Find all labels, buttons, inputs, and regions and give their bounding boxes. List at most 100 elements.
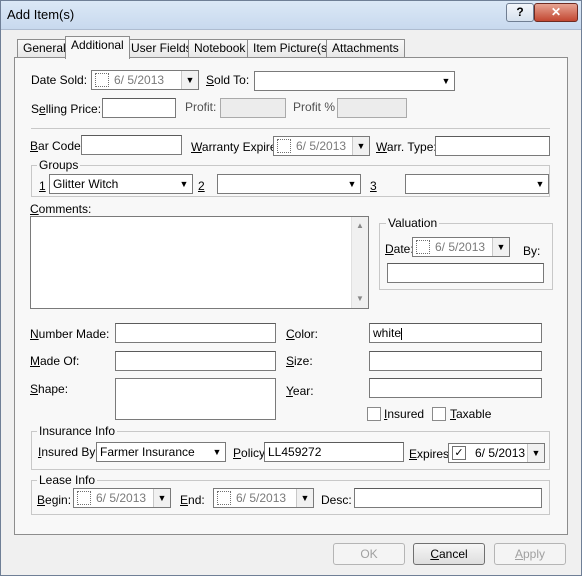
ok-button[interactable]: OK [333,543,405,565]
tab-additional[interactable]: Additional [65,36,130,59]
chevron-down-icon[interactable]: ▼ [532,175,548,193]
lease-end-label: End: [180,493,205,507]
profit-label: Profit: [185,100,217,114]
group-1-value: Glitter Witch [53,177,119,191]
selling-price-input[interactable] [102,98,176,118]
chevron-down-icon[interactable]: ▼ [176,175,192,193]
lease-begin-picker[interactable]: 6/ 5/2013 ▼ [73,488,171,508]
sold-to-combo[interactable]: ▼ [254,71,455,91]
insured-label: Insured [384,407,425,421]
lease-desc-input[interactable] [354,488,542,508]
number-made-label: Number Made: [30,327,110,341]
tab-notebook[interactable]: Notebook [188,39,252,58]
group-3-label: 3 [370,179,377,193]
text-cursor [401,327,403,340]
number-made-input[interactable] [115,323,276,343]
valuation-date-label: Date: [385,242,414,256]
warranty-expire-picker[interactable]: 6/ 5/2013 ▼ [273,136,370,156]
scroll-down-icon[interactable]: ▼ [352,292,368,306]
sold-to-label: Sold To: [206,73,250,87]
chevron-down-icon[interactable]: ▼ [209,443,225,461]
date-sold-picker[interactable]: 6/ 5/2013 ▼ [91,70,199,90]
insurance-expires-checkbox[interactable]: ✓ [452,446,466,460]
warr-type-label: Warr. Type: [376,140,437,154]
bar-code-label: Bar Code: [30,139,85,153]
group-3-combo[interactable]: ▼ [405,174,549,194]
insured-by-label: Insured By: [38,445,99,459]
tab-item-pictures[interactable]: Item Picture(s) [247,39,338,58]
warranty-checkbox[interactable] [277,139,291,153]
lease-begin-checkbox[interactable] [77,491,91,505]
valuation-title: Valuation [386,216,440,230]
taxable-checkbox[interactable] [432,407,446,421]
apply-button[interactable]: Apply [494,543,566,565]
group-1-label: 1 [39,179,46,193]
chevron-down-icon[interactable]: ▼ [153,489,170,507]
help-button[interactable]: ? [506,3,534,22]
lease-begin-label: Begin: [37,493,72,507]
made-of-label: Made Of: [30,354,80,368]
expires-label: Expires: [409,447,453,461]
selling-price-label: Selling Price: [31,102,102,116]
insured-checkbox[interactable] [367,407,381,421]
insurance-expires-value: 6/ 5/2013 [475,446,526,460]
chevron-down-icon[interactable]: ▼ [344,175,360,193]
shape-input[interactable] [115,378,276,420]
size-input[interactable] [369,351,542,371]
lease-begin-value: 6/ 5/2013 [96,491,147,505]
date-sold-value: 6/ 5/2013 [114,73,165,87]
title-bar[interactable]: Add Item(s) ? ✕ [1,1,581,30]
lease-info-title: Lease Info [37,473,98,487]
color-value: white [373,326,402,340]
year-label: Year: [286,384,314,398]
chevron-down-icon[interactable]: ▼ [296,489,313,507]
cancel-button[interactable]: Cancel [413,543,485,565]
valuation-date-value: 6/ 5/2013 [435,240,486,254]
tab-attachments[interactable]: Attachments [326,39,405,58]
date-sold-checkbox[interactable] [95,73,109,87]
lease-end-checkbox[interactable] [217,491,231,505]
chevron-down-icon[interactable]: ▼ [492,238,509,256]
close-button[interactable]: ✕ [534,3,578,22]
profit-percent-label: Profit % [293,100,336,114]
insurance-info-title: Insurance Info [37,424,118,438]
valuation-date-picker[interactable]: 6/ 5/2013 ▼ [412,237,510,257]
scroll-up-icon[interactable]: ▲ [352,219,368,233]
valuation-by-label: By: [523,244,541,258]
comments-scrollbar[interactable]: ▲ ▼ [351,217,368,308]
chevron-down-icon[interactable]: ▼ [527,444,544,462]
group-1-combo[interactable]: Glitter Witch ▼ [49,174,193,194]
warranty-expire-value: 6/ 5/2013 [296,139,347,153]
lease-end-picker[interactable]: 6/ 5/2013 ▼ [213,488,314,508]
groups-title: Groups [37,158,81,172]
warr-type-input[interactable] [435,136,550,156]
made-of-input[interactable] [115,351,276,371]
profit-percent-field [337,98,407,118]
comments-textarea[interactable]: ▲ ▼ [30,216,369,309]
size-label: Size: [286,354,313,368]
valuation-date-checkbox[interactable] [416,240,430,254]
profit-field [220,98,286,118]
comments-label: Comments: [30,202,92,216]
tab-general[interactable]: General [17,39,72,58]
insurance-expires-picker[interactable]: ✓ 6/ 5/2013 ▼ [448,443,545,463]
year-input[interactable] [369,378,542,398]
insured-by-value: Farmer Insurance [100,445,195,459]
color-input[interactable]: white [369,323,542,343]
taxable-label: Taxable [450,407,492,421]
divider [31,128,550,129]
warranty-expire-label: Warranty Expire: [191,140,280,154]
add-items-dialog: Add Item(s) ? ✕ General Additional User … [0,0,582,576]
chevron-down-icon[interactable]: ▼ [181,71,198,89]
chevron-down-icon[interactable]: ▼ [438,72,454,90]
bar-code-input[interactable] [81,135,182,155]
chevron-down-icon[interactable]: ▼ [352,137,369,155]
policy-input[interactable]: LL459272 [264,442,404,462]
date-sold-label: Date Sold: [31,73,88,87]
insured-by-combo[interactable]: Farmer Insurance ▼ [96,442,226,462]
valuation-by-input[interactable] [387,263,544,283]
lease-desc-label: Desc: [321,493,352,507]
tab-user-fields[interactable]: User Fields [125,39,198,58]
color-label: Color: [286,327,319,341]
group-2-combo[interactable]: ▼ [217,174,361,194]
